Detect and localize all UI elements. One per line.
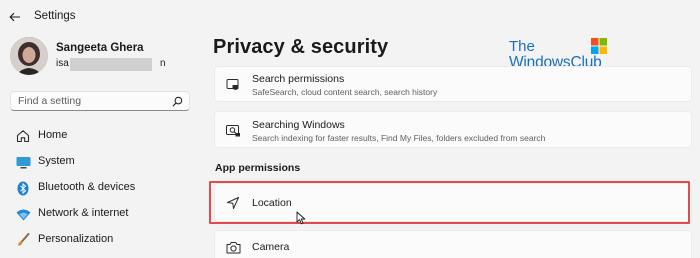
watermark-line1: The bbox=[509, 38, 535, 55]
searching-windows-card[interactable]: Searching Windows Search indexing for fa… bbox=[214, 111, 692, 148]
user-name: Sangeeta Ghera bbox=[56, 42, 144, 54]
card-title: Search permissions bbox=[252, 73, 345, 85]
title-bar: Settings bbox=[0, 0, 700, 32]
network-icon bbox=[15, 206, 31, 222]
search-icon bbox=[172, 96, 183, 107]
card-subtitle: Search indexing for faster results, Find… bbox=[252, 133, 546, 143]
mouse-cursor-icon bbox=[296, 211, 306, 225]
search-input[interactable] bbox=[18, 95, 168, 107]
back-arrow-icon bbox=[9, 12, 20, 22]
personalization-icon bbox=[15, 232, 31, 248]
camera-card[interactable]: Camera bbox=[214, 230, 692, 258]
email-visible-start: isa bbox=[56, 58, 69, 69]
home-icon bbox=[15, 128, 31, 144]
card-title: Searching Windows bbox=[252, 119, 345, 131]
sidebar-item-label: Home bbox=[38, 129, 68, 141]
sidebar-item-label: Personalization bbox=[38, 233, 114, 245]
search-box[interactable] bbox=[10, 91, 190, 111]
sidebar-item-home[interactable]: Home bbox=[10, 124, 190, 148]
sidebar-item-label: Bluetooth & devices bbox=[38, 181, 136, 193]
section-heading: App permissions bbox=[215, 162, 301, 174]
system-icon bbox=[15, 154, 31, 170]
search-permissions-card[interactable]: Search permissions SafeSearch, cloud con… bbox=[214, 66, 692, 102]
app-title: Settings bbox=[34, 10, 76, 22]
email-visible-end: n bbox=[160, 58, 166, 69]
sidebar-item-label: Network & internet bbox=[38, 207, 129, 219]
avatar bbox=[10, 37, 48, 75]
sidebar-item-label: System bbox=[38, 155, 75, 167]
back-button[interactable] bbox=[6, 9, 24, 25]
sidebar-item-personalization[interactable]: Personalization bbox=[10, 228, 190, 252]
card-title: Camera bbox=[252, 241, 290, 253]
bluetooth-icon bbox=[15, 180, 31, 196]
windows-logo-icon bbox=[591, 38, 607, 54]
card-subtitle: SafeSearch, cloud content search, search… bbox=[252, 87, 438, 97]
search-permissions-icon bbox=[225, 77, 241, 93]
camera-icon bbox=[225, 239, 241, 255]
sidebar-item-bluetooth-devices[interactable]: Bluetooth & devices bbox=[10, 176, 190, 200]
sidebar-item-system[interactable]: System bbox=[10, 150, 190, 174]
email-redaction bbox=[70, 58, 152, 71]
page-title: Privacy & security bbox=[213, 36, 389, 58]
searching-windows-icon bbox=[225, 123, 241, 139]
sidebar-item-network-internet[interactable]: Network & internet bbox=[10, 202, 190, 226]
highlight-box bbox=[209, 181, 690, 224]
